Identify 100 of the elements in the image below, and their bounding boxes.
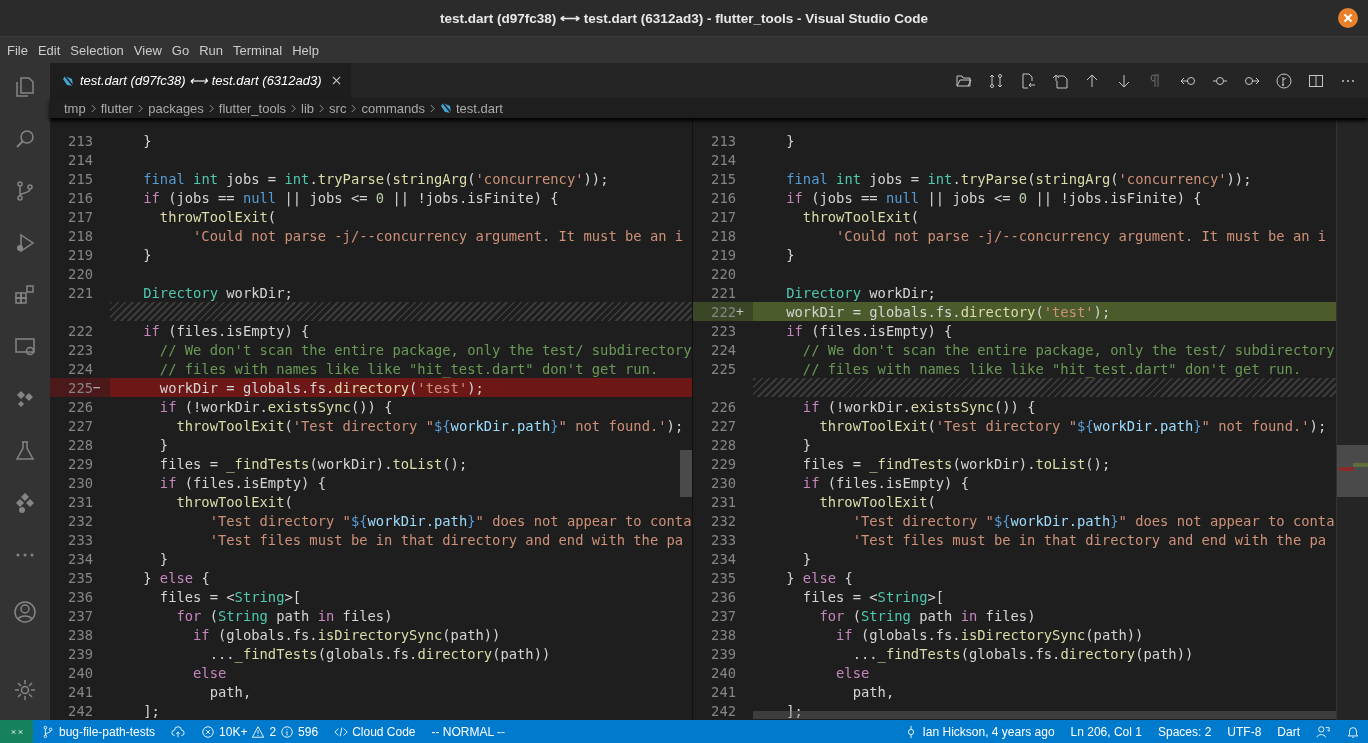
code-line: }	[142, 246, 152, 263]
blame-button[interactable]: Ian Hickson, 4 years ago	[896, 724, 1063, 739]
menu-item[interactable]: Go	[166, 42, 195, 58]
files-icon[interactable]	[13, 75, 37, 99]
line-number: 232	[67, 512, 93, 529]
encoding[interactable]: UTF-8	[1219, 724, 1270, 739]
code-line: }	[785, 246, 795, 263]
scrollbar-thumb[interactable]	[680, 450, 692, 497]
line-number: 240	[710, 664, 736, 681]
line-number: 232	[710, 512, 736, 529]
breadcrumb-item[interactable]: lib	[301, 100, 315, 116]
line-number: 227	[710, 417, 736, 434]
cloud-code-button[interactable]: Cloud Code	[326, 724, 424, 739]
code-line: files = <String>[	[801, 588, 945, 605]
split-editor-icon[interactable]	[1308, 72, 1324, 89]
feedback-icon[interactable]	[1316, 724, 1330, 739]
branch-circle-icon[interactable]	[1276, 72, 1292, 89]
file-revert-icon[interactable]	[1020, 72, 1036, 89]
code-line: files = <String>[	[158, 588, 302, 605]
code-line: }	[158, 550, 169, 567]
line-number: 226	[710, 398, 736, 415]
line-number: 221	[67, 284, 93, 301]
breadcrumb-item[interactable]: flutter	[100, 100, 134, 116]
code-line: for (String path in files)	[175, 607, 393, 624]
language-mode[interactable]: Dart	[1269, 724, 1308, 739]
breadcrumb-item[interactable]: commands	[361, 100, 425, 116]
line-number: 241	[67, 683, 93, 700]
menu-item[interactable]: File	[2, 42, 33, 58]
line-number: 213	[67, 132, 93, 149]
bell-icon[interactable]	[1346, 724, 1360, 739]
code-line: workDir = globals.fs.directory('test');	[785, 303, 1111, 320]
breadcrumb-item[interactable]: packages	[148, 100, 204, 116]
code-line: path,	[851, 683, 895, 700]
flask-icon[interactable]	[13, 439, 37, 463]
line-number: 228	[710, 436, 736, 453]
breadcrumb-item[interactable]: tmp	[64, 100, 86, 116]
editor-tab[interactable]: test.dart (d97fc38) ⟷ test.dart (6312ad3)	[50, 63, 351, 98]
line-number: 237	[710, 607, 736, 624]
code-line: throwToolExit(	[158, 208, 277, 225]
error-icon	[201, 724, 216, 739]
line-number: 233	[710, 531, 736, 548]
line-number: 234	[67, 550, 93, 567]
problems-button[interactable]: 10K+ 2 596	[193, 724, 327, 739]
line-number: 215	[710, 170, 736, 187]
code-line: workDir = globals.fs.directory('test');	[158, 379, 484, 396]
folder-icon[interactable]	[956, 72, 972, 89]
code-line: if (files.isEmpty) {	[142, 322, 310, 339]
breadcrumb-item[interactable]: test.dart	[456, 100, 503, 116]
branch-button[interactable]: bug-file-path-tests	[33, 724, 164, 739]
chevron-right-icon	[207, 102, 215, 114]
menu-item[interactable]: Selection	[65, 42, 129, 58]
file-arrow-icon[interactable]	[1052, 72, 1068, 89]
arrow-up-icon[interactable]	[1084, 72, 1100, 89]
warning-count: 2	[269, 724, 277, 739]
branch-icon	[41, 724, 55, 739]
breadcrumb-item[interactable]: flutter_tools	[218, 100, 287, 116]
code-line: }	[785, 132, 795, 149]
line-number: 218	[710, 227, 736, 244]
menu-item[interactable]: Help	[287, 42, 324, 58]
menu-item[interactable]: View	[128, 42, 167, 58]
line-number: 230	[67, 474, 93, 491]
line-number: 218	[67, 227, 93, 244]
account-icon[interactable]	[13, 600, 37, 624]
line-number: 230	[710, 474, 736, 491]
arrow-down-icon[interactable]	[1116, 72, 1132, 89]
menu-item[interactable]: Terminal	[228, 42, 288, 58]
code-line: // files with names like like "hit_test.dart" don't get run.	[801, 360, 1302, 377]
line-number: 217	[67, 208, 93, 225]
breadcrumb-item[interactable]: src	[329, 100, 347, 116]
dart-icon	[62, 74, 74, 87]
close-icon[interactable]	[331, 76, 341, 85]
line-number: 221	[710, 284, 736, 301]
line-number: 226	[67, 398, 93, 415]
close-icon[interactable]	[1338, 8, 1358, 28]
code-line: throwToolExit('Test directory "${workDir.path}" not found.');	[818, 417, 1327, 434]
extensions-icon[interactable]	[13, 283, 37, 307]
indentation[interactable]: Spaces: 2	[1149, 724, 1220, 739]
line-number: 222	[67, 322, 93, 339]
compare-icon[interactable]	[988, 72, 1004, 89]
cursor-position[interactable]: Ln 206, Col 1	[1062, 724, 1150, 739]
line-number: 223	[67, 341, 93, 358]
code-line: ..._findTests(globals.fs.directory(path))	[851, 645, 1194, 662]
error-count: 10K+	[219, 724, 248, 739]
cloud-upload-icon[interactable]	[171, 724, 186, 739]
code-line: throwToolExit('Test directory "${workDir.path}" not found.');	[175, 417, 684, 434]
line-number: 235	[710, 569, 736, 586]
menu-item[interactable]: Edit	[32, 42, 66, 58]
code-line: }	[142, 132, 152, 149]
menu-item[interactable]: Run	[194, 42, 228, 58]
line-number: 225	[710, 360, 736, 377]
scrollbar-thumb[interactable]	[1337, 445, 1368, 497]
code-line: files = _findTests(workDir).toList();	[158, 455, 468, 472]
code-line: if (!workDir.existsSync()) {	[801, 398, 1036, 415]
line-number: 216	[67, 189, 93, 206]
settings-icon[interactable]	[13, 678, 37, 702]
code-line: Directory workDir;	[142, 284, 293, 301]
line-number: 219	[710, 246, 736, 263]
line-number: 237	[67, 607, 93, 624]
info-count: 596	[298, 724, 319, 739]
line-number: 236	[710, 588, 736, 605]
